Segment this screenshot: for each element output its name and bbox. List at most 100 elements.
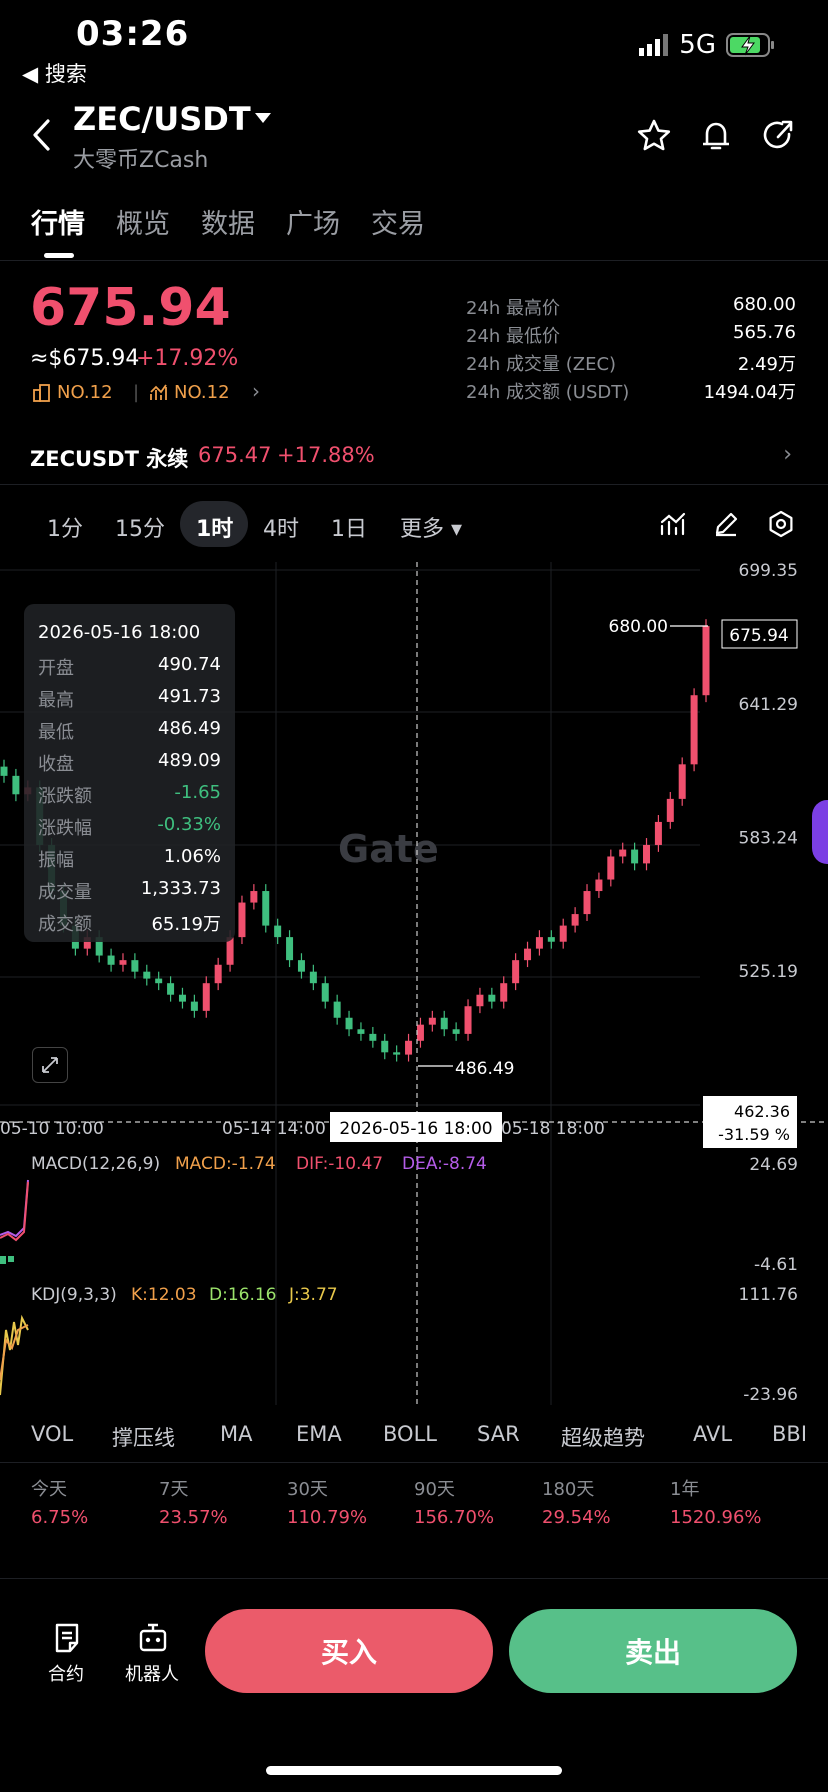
tooltip-label: 收盘 <box>38 754 74 775</box>
interval-4h[interactable]: 4时 <box>263 511 299 543</box>
tab-square[interactable]: 广场 <box>286 202 340 241</box>
divider <box>0 1578 828 1579</box>
tab-trade[interactable]: 交易 <box>371 202 425 241</box>
tab-data[interactable]: 数据 <box>201 202 255 241</box>
battery-charging-icon <box>726 33 774 57</box>
tooltip-row: 振幅 1.06% <box>38 846 221 872</box>
macd-title: MACD(12,26,9) <box>31 1154 160 1174</box>
candle-body <box>309 971 317 984</box>
divider <box>0 484 828 485</box>
perf-label: 30天 <box>287 1479 328 1500</box>
tooltip-label: 成交额 <box>38 914 92 935</box>
candle-body <box>666 798 674 822</box>
interval-15m[interactable]: 15分 <box>115 511 165 543</box>
candle-body <box>250 891 258 903</box>
chevron-right-icon[interactable]: › <box>783 442 792 467</box>
interval-1m[interactable]: 1分 <box>47 511 83 543</box>
kdj-k-line <box>0 1324 29 1381</box>
candle-body <box>595 879 603 892</box>
side-handle[interactable] <box>812 800 828 864</box>
tooltip-label: 最低 <box>38 722 74 743</box>
market-cap-rank[interactable]: NO.12 <box>33 382 113 403</box>
indicator-support-resistance[interactable]: 撑压线 <box>112 1422 175 1452</box>
indicator-sar[interactable]: SAR <box>477 1422 520 1446</box>
candle-body <box>286 937 294 961</box>
usd-price: ≈$675.94 <box>30 346 140 371</box>
share-icon[interactable] <box>760 118 796 154</box>
candle-body <box>452 1029 460 1034</box>
back-to-search-link[interactable]: ◀ 搜索 <box>22 58 87 88</box>
kdj-k-value: K:12.03 <box>131 1285 197 1305</box>
pair-title[interactable]: ZEC/USDT <box>73 100 251 138</box>
stat-label: 24h 成交量 (ZEC) <box>466 354 617 375</box>
macd-top-tick: 24.69 <box>749 1155 798 1175</box>
volume-rank[interactable]: NO.12 <box>150 382 230 403</box>
tooltip-value: 489.09 <box>158 750 221 771</box>
tooltip-label: 开盘 <box>38 658 74 679</box>
tab-overview[interactable]: 概览 <box>116 202 170 241</box>
interval-more[interactable]: 更多 ▾ <box>400 511 462 543</box>
indicator-ma[interactable]: MA <box>220 1422 252 1446</box>
rank-separator: | <box>133 382 140 403</box>
candle-body <box>214 964 222 984</box>
robot-icon[interactable] <box>137 1622 169 1654</box>
candle-body <box>119 960 127 965</box>
tooltip-value: 1,333.73 <box>140 878 221 899</box>
caret-down-icon[interactable] <box>255 112 271 124</box>
candle-body <box>155 978 163 984</box>
indicator-boll[interactable]: BOLL <box>383 1422 437 1446</box>
perf-label: 180天 <box>542 1479 595 1500</box>
candle-body <box>619 849 627 857</box>
kdj-j-value: J:3.77 <box>288 1285 338 1305</box>
perp-name[interactable]: ZECUSDT 永续 <box>30 443 188 473</box>
tooltip-row: 涨跌额 -1.65 <box>38 782 221 808</box>
candle-body <box>238 902 246 938</box>
back-arrow-icon[interactable] <box>30 118 54 152</box>
indicator-ema[interactable]: EMA <box>296 1422 342 1446</box>
buy-button[interactable]: 买入 <box>205 1609 493 1693</box>
indicator-supertrend[interactable]: 超级趋势 <box>561 1422 645 1452</box>
candle-body <box>357 1029 365 1034</box>
indicator-avl[interactable]: AVL <box>693 1422 732 1446</box>
contract-label[interactable]: 合约 <box>48 1660 84 1686</box>
perp-change: +17.88% <box>277 443 375 467</box>
candle-body <box>107 955 115 965</box>
robot-label[interactable]: 机器人 <box>125 1660 179 1686</box>
pair-subtitle: 大零币ZCash <box>73 148 209 173</box>
stat-value: 2.49万 <box>737 354 796 375</box>
indicator-vol[interactable]: VOL <box>31 1422 73 1446</box>
dea-value: DEA:-8.74 <box>402 1154 487 1174</box>
crosshair-time-label: 2026-05-16 18:00 <box>339 1119 492 1139</box>
tooltip-row: 最低 486.49 <box>38 718 221 744</box>
interval-1d[interactable]: 1日 <box>331 511 367 543</box>
sell-button[interactable]: 卖出 <box>509 1609 797 1693</box>
candle-body <box>393 1052 401 1055</box>
candle-body <box>405 1040 413 1055</box>
y-tick-label: 525.19 <box>739 962 798 982</box>
bell-icon[interactable] <box>698 118 734 154</box>
rank-value: NO.12 <box>57 382 113 403</box>
y-tick-label: 583.24 <box>739 829 798 849</box>
contract-icon[interactable] <box>51 1622 83 1654</box>
pencil-icon[interactable] <box>712 510 740 538</box>
candle-body <box>428 1017 436 1025</box>
stat-label: 24h 最低价 <box>466 326 561 347</box>
candle-body <box>702 626 710 696</box>
settings-icon[interactable] <box>767 510 795 538</box>
fullscreen-button[interactable] <box>32 1047 68 1083</box>
chevron-right-icon[interactable]: › <box>252 379 260 403</box>
macd-bar <box>0 1256 6 1264</box>
tooltip-row: 涨跌幅 -0.33% <box>38 814 221 840</box>
stat-value: 680.00 <box>733 294 796 315</box>
perf-label: 1年 <box>670 1479 700 1500</box>
tab-market[interactable]: 行情 <box>31 202 85 241</box>
candle-body <box>500 983 508 1002</box>
indicator-settings-icon[interactable] <box>659 510 687 538</box>
candle-body <box>321 983 329 1002</box>
tooltip-time: 2026-05-16 18:00 <box>38 622 201 643</box>
candle-body <box>202 983 210 1011</box>
indicator-bbi[interactable]: BBI <box>772 1422 807 1446</box>
star-icon[interactable] <box>636 118 672 154</box>
interval-1h[interactable]: 1时 <box>196 511 233 543</box>
candle-tooltip: 2026-05-16 18:00 开盘 490.74 最高 491.73 最低 486… <box>24 604 235 942</box>
